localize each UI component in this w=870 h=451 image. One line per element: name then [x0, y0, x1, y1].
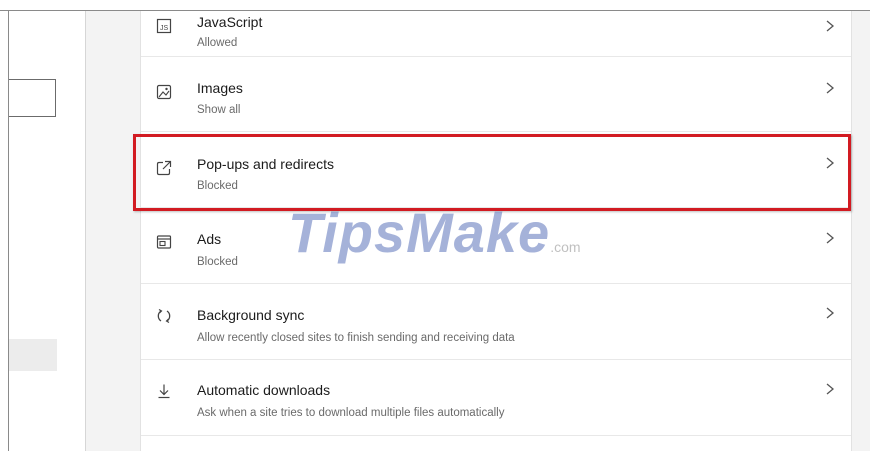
- setting-title: Automatic downloads: [197, 382, 331, 398]
- setting-row-background-sync[interactable]: Background sync Allow recently closed si…: [141, 284, 851, 360]
- setting-row-automatic-downloads[interactable]: Automatic downloads Ask when a site trie…: [141, 360, 851, 436]
- setting-subtitle: Show all: [197, 104, 241, 116]
- sidebar-selected-item[interactable]: [9, 339, 57, 371]
- javascript-icon: JS: [155, 17, 173, 35]
- watermark: TipsMake.com: [288, 200, 581, 265]
- ads-icon: [155, 233, 173, 251]
- chevron-right-icon: [824, 306, 836, 320]
- setting-row-javascript[interactable]: JS JavaScript Allowed: [141, 0, 851, 57]
- download-icon: [155, 382, 173, 400]
- setting-title: Ads: [197, 231, 222, 247]
- image-icon: [155, 83, 173, 101]
- chevron-right-icon: [824, 19, 836, 33]
- setting-title: Background sync: [197, 307, 305, 323]
- setting-title: JavaScript: [197, 14, 263, 30]
- left-pane: [9, 11, 85, 451]
- setting-subtitle: Blocked: [197, 256, 238, 268]
- search-input[interactable]: [9, 79, 56, 117]
- sync-icon: [155, 307, 173, 325]
- setting-subtitle: Allowed: [197, 37, 238, 49]
- watermark-text: TipsMake: [288, 201, 551, 264]
- chevron-right-icon: [824, 231, 836, 245]
- setting-subtitle: Allow recently closed sites to finish se…: [197, 332, 515, 344]
- setting-title: Images: [197, 80, 243, 96]
- setting-subtitle: Ask when a site tries to download multip…: [197, 407, 505, 419]
- setting-row-images[interactable]: Images Show all: [141, 56, 851, 132]
- chevron-right-icon: [824, 81, 836, 95]
- chevron-right-icon: [824, 382, 836, 396]
- svg-text:JS: JS: [160, 25, 169, 32]
- watermark-suffix: .com: [550, 239, 581, 255]
